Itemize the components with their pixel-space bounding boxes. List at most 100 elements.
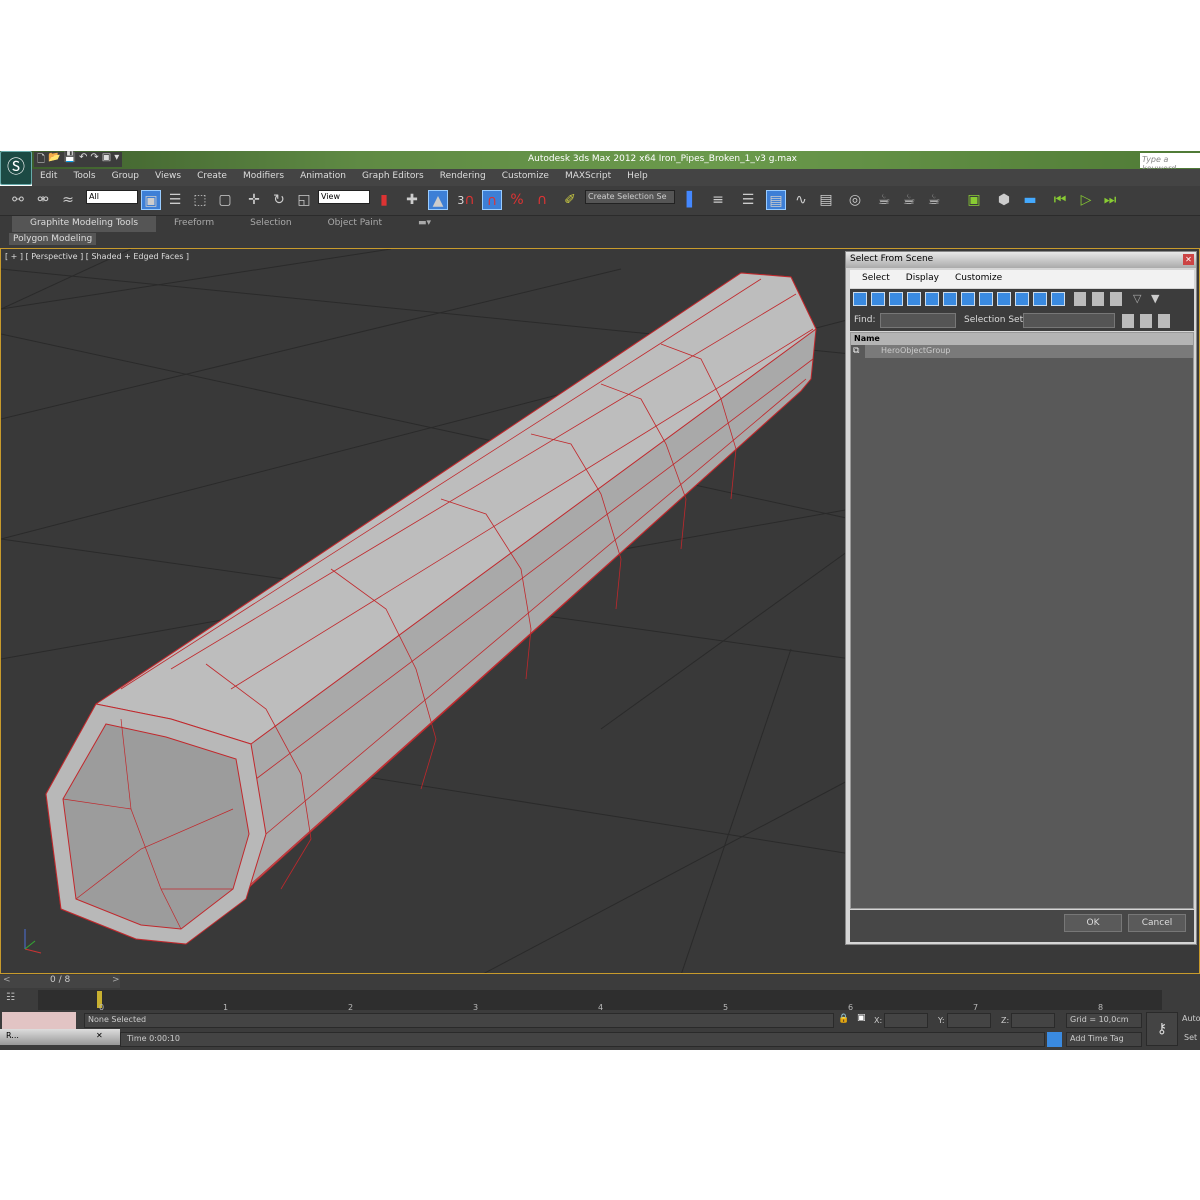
- tool1-icon[interactable]: ▣: [964, 190, 984, 210]
- new-file-icon[interactable]: 🗋: [37, 152, 45, 167]
- scale-icon[interactable]: ◱: [294, 190, 314, 210]
- maxscript-listener[interactable]: [2, 1012, 76, 1030]
- named-selection-set-dropdown[interactable]: Create Selection Se: [585, 190, 675, 204]
- bind-space-warp-icon[interactable]: ≈: [58, 190, 78, 210]
- rendered-frame-window-icon[interactable]: ☕: [899, 190, 919, 210]
- angle-snap-icon[interactable]: ∩: [482, 190, 502, 210]
- tab-selection[interactable]: Selection: [232, 216, 309, 232]
- set-key-button[interactable]: Set: [1184, 1033, 1197, 1042]
- save-icon[interactable]: 💾: [64, 152, 76, 167]
- list-item[interactable]: HeroObjectGroup: [865, 345, 1193, 358]
- edit-named-selection-icon[interactable]: ✐: [560, 190, 580, 210]
- hidden-filter-icon[interactable]: [1051, 292, 1065, 306]
- dialog-menu-display[interactable]: Display: [898, 270, 947, 288]
- time-tag-icon[interactable]: [1047, 1032, 1062, 1047]
- geometry-filter-icon[interactable]: [853, 292, 867, 306]
- display-all-icon[interactable]: [1074, 292, 1086, 306]
- menu-views[interactable]: Views: [147, 169, 189, 186]
- cameras-filter-icon[interactable]: [907, 292, 921, 306]
- layer-manager-icon[interactable]: ☰: [738, 190, 758, 210]
- find-input[interactable]: [880, 313, 956, 328]
- schematic-view-icon[interactable]: ▤: [816, 190, 836, 210]
- snaps-toggle-icon[interactable]: 3∩: [456, 190, 476, 210]
- space-warps-filter-icon[interactable]: [943, 292, 957, 306]
- select-none-icon[interactable]: [1140, 314, 1152, 328]
- curve-editor-mini-icon[interactable]: ☷: [6, 992, 15, 1003]
- window-crossing-icon[interactable]: ▢: [215, 190, 235, 210]
- select-invert-icon[interactable]: [1158, 314, 1170, 328]
- selection-filter-dropdown[interactable]: All: [86, 190, 138, 204]
- material-editor-icon[interactable]: ◎: [845, 190, 865, 210]
- xrefs-filter-icon[interactable]: [979, 292, 993, 306]
- selection-set-dropdown[interactable]: [1023, 313, 1115, 328]
- containers-filter-icon[interactable]: [1015, 292, 1029, 306]
- menu-maxscript[interactable]: MAXScript: [557, 169, 619, 186]
- undo-icon[interactable]: ↶: [79, 152, 87, 167]
- auto-key-button[interactable]: Auto: [1182, 1014, 1200, 1023]
- containers-icon[interactable]: ⬢: [994, 190, 1014, 210]
- display-none-icon[interactable]: [1092, 292, 1104, 306]
- groups-filter-icon[interactable]: [961, 292, 975, 306]
- filter-icon[interactable]: ▽: [1133, 292, 1145, 306]
- time-slider[interactable]: < 0 / 8 >: [0, 975, 120, 988]
- graphite-toggle-icon[interactable]: ▤: [766, 190, 786, 210]
- next-key-icon[interactable]: ⏭: [1100, 190, 1120, 210]
- keyboard-shortcut-override-icon[interactable]: ▲: [428, 190, 448, 210]
- curve-editor-icon[interactable]: ∿: [791, 190, 811, 210]
- menu-create[interactable]: Create: [189, 169, 235, 186]
- select-all-icon[interactable]: [1122, 314, 1134, 328]
- link-icon[interactable]: ⚯: [8, 190, 28, 210]
- play-icon[interactable]: ▷: [1076, 190, 1096, 210]
- taskbar-item[interactable]: R... ✕: [0, 1029, 120, 1045]
- tab-object-paint[interactable]: Object Paint: [310, 216, 400, 232]
- advanced-filter-icon[interactable]: ▼: [1151, 292, 1163, 306]
- dialog-menu-customize[interactable]: Customize: [947, 270, 1010, 288]
- close-icon[interactable]: ✕: [1183, 254, 1194, 265]
- x-coordinate-input[interactable]: [884, 1013, 928, 1028]
- application-menu-button[interactable]: Ⓢ: [0, 151, 32, 185]
- reference-coordinate-dropdown[interactable]: View: [318, 190, 370, 204]
- invert-display-icon[interactable]: [1110, 292, 1122, 306]
- helpers-filter-icon[interactable]: [925, 292, 939, 306]
- close-taskbar-icon[interactable]: ✕: [96, 1031, 103, 1040]
- rotate-icon[interactable]: ↻: [269, 190, 289, 210]
- frozen-filter-icon[interactable]: [1033, 292, 1047, 306]
- tab-freeform[interactable]: Freeform: [156, 216, 232, 232]
- cancel-button[interactable]: Cancel: [1128, 914, 1186, 932]
- ok-button[interactable]: OK: [1064, 914, 1122, 932]
- prev-frame-icon[interactable]: <: [3, 975, 11, 985]
- shapes-filter-icon[interactable]: [871, 292, 885, 306]
- lock-selection-icon[interactable]: 🔒: [838, 1014, 849, 1024]
- move-icon[interactable]: ✛: [244, 190, 264, 210]
- absolute-mode-icon[interactable]: ▣: [857, 1013, 866, 1023]
- render-setup-icon[interactable]: ☕: [874, 190, 894, 210]
- column-header-name[interactable]: Name: [851, 333, 1193, 345]
- menu-tools[interactable]: Tools: [65, 169, 103, 186]
- next-frame-icon[interactable]: >: [112, 975, 120, 985]
- menu-customize[interactable]: Customize: [494, 169, 557, 186]
- bones-filter-icon[interactable]: [997, 292, 1011, 306]
- project-folder-icon[interactable]: ▣: [102, 152, 111, 167]
- search-input[interactable]: Type a keyword: [1140, 153, 1200, 173]
- menu-modifiers[interactable]: Modifiers: [235, 169, 292, 186]
- rectangular-selection-icon[interactable]: ⬚: [190, 190, 210, 210]
- select-manipulate-icon[interactable]: ✚: [402, 190, 422, 210]
- dialog-menu-select[interactable]: Select: [854, 270, 898, 288]
- menu-graph-editors[interactable]: Graph Editors: [354, 169, 432, 186]
- spinner-snap-icon[interactable]: ∩: [532, 190, 552, 210]
- z-coordinate-input[interactable]: [1011, 1013, 1055, 1028]
- select-object-icon[interactable]: ▣: [141, 190, 161, 210]
- menu-group[interactable]: Group: [104, 169, 147, 186]
- pivot-center-icon[interactable]: ▮: [374, 190, 394, 210]
- render-production-icon[interactable]: ☕: [924, 190, 944, 210]
- menu-edit[interactable]: Edit: [32, 169, 65, 186]
- qat-dropdown-icon[interactable]: ▾: [114, 152, 119, 167]
- set-key-icon[interactable]: ⚷: [1146, 1012, 1178, 1046]
- mirror-icon[interactable]: ▌: [682, 190, 702, 210]
- pipe-mesh[interactable]: [45, 272, 817, 945]
- open-file-icon[interactable]: 📂: [48, 152, 60, 167]
- polygon-modeling-panel[interactable]: Polygon Modeling: [9, 233, 97, 245]
- ribbon-options-icon[interactable]: ▬▾: [400, 216, 449, 232]
- align-icon[interactable]: ≡: [708, 190, 728, 210]
- menu-help[interactable]: Help: [619, 169, 656, 186]
